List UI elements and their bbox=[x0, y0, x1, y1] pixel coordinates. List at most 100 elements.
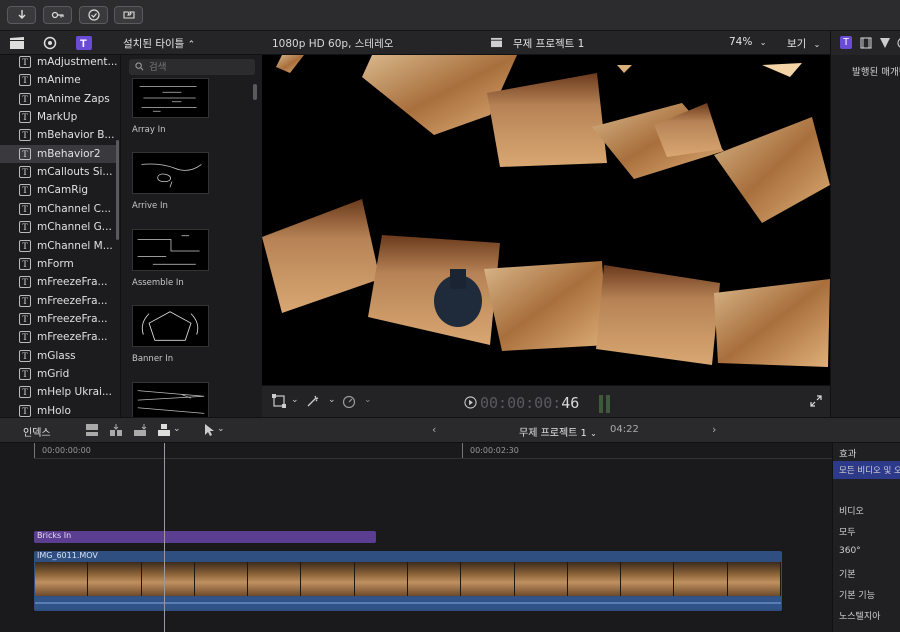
title-icon: T bbox=[19, 239, 31, 252]
sidebar-item[interactable]: TmAnime Zaps bbox=[0, 90, 117, 108]
import-button[interactable] bbox=[7, 6, 36, 24]
timeline-ruler[interactable]: 00:00:00:00 00:00:02:30 bbox=[34, 443, 832, 459]
sidebar-item-label: mCamRig bbox=[37, 184, 89, 197]
sidebar-item[interactable]: TmChannel M... bbox=[0, 237, 117, 255]
sidebar-item[interactable]: TmFreezeFra... bbox=[0, 292, 117, 310]
chevron-down-icon[interactable]: ⌄ bbox=[364, 395, 372, 405]
sidebar-item-label: mFreezeFra... bbox=[37, 312, 108, 325]
title-icon: T bbox=[19, 129, 31, 142]
top-toolbar bbox=[0, 0, 900, 31]
arrive-in-thumbnail[interactable] bbox=[132, 152, 209, 194]
sidebar-item[interactable]: TmAnime bbox=[0, 71, 117, 89]
effects-category-selected[interactable]: 모든 비디오 및 오디오 bbox=[833, 461, 900, 479]
title-icon: T bbox=[19, 294, 31, 307]
index-button[interactable]: 인덱스 bbox=[23, 424, 51, 439]
sidebar-item[interactable]: TmForm bbox=[0, 255, 117, 273]
filter-inspector-icon[interactable] bbox=[879, 37, 891, 52]
banner-in-thumbnail[interactable] bbox=[132, 305, 209, 347]
effects-category[interactable]: 기본 기능 bbox=[839, 588, 875, 601]
checkmark-icon bbox=[87, 9, 100, 21]
film-inspector-icon[interactable] bbox=[860, 37, 872, 52]
timecode-display[interactable]: 00:00:00:46 bbox=[480, 394, 579, 412]
search-field[interactable] bbox=[129, 59, 255, 75]
sidebar-item[interactable]: TmFreezeFra... bbox=[0, 273, 117, 291]
speedometer-icon[interactable] bbox=[342, 394, 356, 411]
sidebar-item[interactable]: TmCallouts Si... bbox=[0, 163, 117, 181]
titles-icon[interactable]: T bbox=[76, 36, 92, 50]
search-input[interactable] bbox=[149, 61, 249, 73]
chevron-down-icon[interactable]: ⌄ bbox=[328, 395, 336, 405]
sidebar-item-label: mFreezeFra... bbox=[37, 276, 108, 289]
gallery-label: Banner In bbox=[132, 354, 174, 364]
sidebar-item[interactable]: TmHelp Ukrai... bbox=[0, 383, 117, 401]
browser-title-menu[interactable]: 설치된 타이틀 ⌃ bbox=[123, 36, 195, 51]
sidebar-item-label: mAnime Zaps bbox=[37, 92, 110, 105]
next-title-thumbnail[interactable] bbox=[132, 382, 209, 417]
back-arrow-icon[interactable]: ‹ bbox=[432, 423, 436, 436]
filmstrip-frame bbox=[461, 562, 515, 596]
sidebar-item[interactable]: TmChannel C... bbox=[0, 200, 117, 218]
insert-clip-icon[interactable] bbox=[109, 423, 123, 440]
sidebar-item-label: mGlass bbox=[37, 349, 76, 362]
video-clip[interactable]: IMG_6011.MOV bbox=[34, 551, 782, 611]
effects-category[interactable]: 노스텔지아 bbox=[839, 609, 880, 622]
zoom-menu[interactable]: 74% ⌄ bbox=[729, 36, 766, 48]
effects-category[interactable]: 모두 bbox=[839, 525, 856, 538]
sidebar-item[interactable]: TmFreezeFra... bbox=[0, 310, 117, 328]
play-icon[interactable] bbox=[464, 396, 477, 412]
title-icon: T bbox=[19, 312, 31, 325]
browser-header: T 설치된 타이틀 ⌃ bbox=[0, 31, 262, 55]
timecode-dim: 00:00:00: bbox=[480, 394, 562, 412]
fullscreen-icon[interactable] bbox=[810, 395, 822, 410]
overwrite-clip-icon[interactable] bbox=[157, 423, 171, 440]
sidebar-item[interactable]: TmAdjustment... bbox=[0, 55, 117, 71]
sidebar-item[interactable]: TmGrid bbox=[0, 365, 117, 383]
chevron-down-icon[interactable]: ⌄ bbox=[173, 424, 181, 434]
title-icon: T bbox=[19, 367, 31, 380]
title-icon: T bbox=[19, 257, 31, 270]
timeline-project-menu[interactable]: 무제 프로젝트 1 ⌄ bbox=[519, 424, 597, 439]
sidebar-item[interactable]: TmHolo bbox=[0, 402, 117, 417]
sidebar-item-label: mAnime bbox=[37, 74, 81, 87]
view-menu[interactable]: 보기 ⌄ bbox=[787, 36, 820, 51]
keyword-icon bbox=[51, 11, 64, 19]
effects-category[interactable]: 기본 bbox=[839, 567, 856, 580]
sidebar-item[interactable]: TmGlass bbox=[0, 347, 117, 365]
inspector-header: T bbox=[830, 31, 900, 55]
playhead[interactable] bbox=[164, 443, 165, 632]
timeline-toolbar: 인덱스 ⌄ ⌄ ‹ 무제 프로젝트 1 ⌄ 04:22 › bbox=[0, 417, 900, 443]
chevron-down-icon[interactable]: ⌄ bbox=[217, 424, 225, 434]
sidebar-item[interactable]: TmFreezeFra... bbox=[0, 328, 117, 346]
sidebar-scrollbar[interactable] bbox=[116, 140, 119, 240]
chevron-down-icon[interactable]: ⌄ bbox=[291, 395, 299, 405]
magic-wand-icon[interactable] bbox=[306, 394, 320, 411]
background-tasks-button[interactable] bbox=[114, 6, 143, 24]
filmstrip-frame bbox=[301, 562, 355, 596]
background-check-button[interactable] bbox=[79, 6, 108, 24]
title-icon: T bbox=[19, 111, 31, 124]
video-viewer[interactable] bbox=[262, 55, 830, 385]
sidebar-item[interactable]: TmBehavior B... bbox=[0, 126, 117, 144]
assemble-in-thumbnail[interactable] bbox=[132, 229, 209, 271]
append-clip-icon[interactable] bbox=[133, 423, 147, 440]
keyword-button[interactable] bbox=[43, 6, 72, 24]
sidebar-item[interactable]: T MarkUp bbox=[0, 108, 117, 126]
sidebar-item[interactable]: TmBehavior2 bbox=[0, 144, 117, 163]
sidebar-item[interactable]: TmChannel G... bbox=[0, 218, 117, 236]
photos-icon[interactable] bbox=[42, 36, 58, 50]
transform-icon[interactable] bbox=[272, 394, 286, 411]
clapper-icon[interactable] bbox=[9, 36, 25, 50]
sidebar-item[interactable]: TmCamRig bbox=[0, 181, 117, 199]
sidebar-item-label: mHelp Ukrai... bbox=[37, 386, 112, 399]
connect-clip-icon[interactable] bbox=[85, 423, 99, 440]
title-clip[interactable]: Bricks In bbox=[34, 531, 376, 543]
gallery-scrollbar[interactable] bbox=[253, 84, 257, 100]
forward-arrow-icon[interactable]: › bbox=[712, 423, 716, 436]
video-clip-label: IMG_6011.MOV bbox=[37, 551, 98, 560]
published-params-label: 발행된 매개변 bbox=[852, 67, 900, 78]
title-inspector-icon[interactable]: T bbox=[840, 36, 852, 49]
select-tool-icon[interactable] bbox=[202, 423, 216, 440]
array-in-thumbnail[interactable] bbox=[132, 78, 209, 118]
effects-category[interactable]: 360° bbox=[839, 546, 861, 556]
effects-category[interactable]: 비디오 bbox=[839, 504, 864, 517]
